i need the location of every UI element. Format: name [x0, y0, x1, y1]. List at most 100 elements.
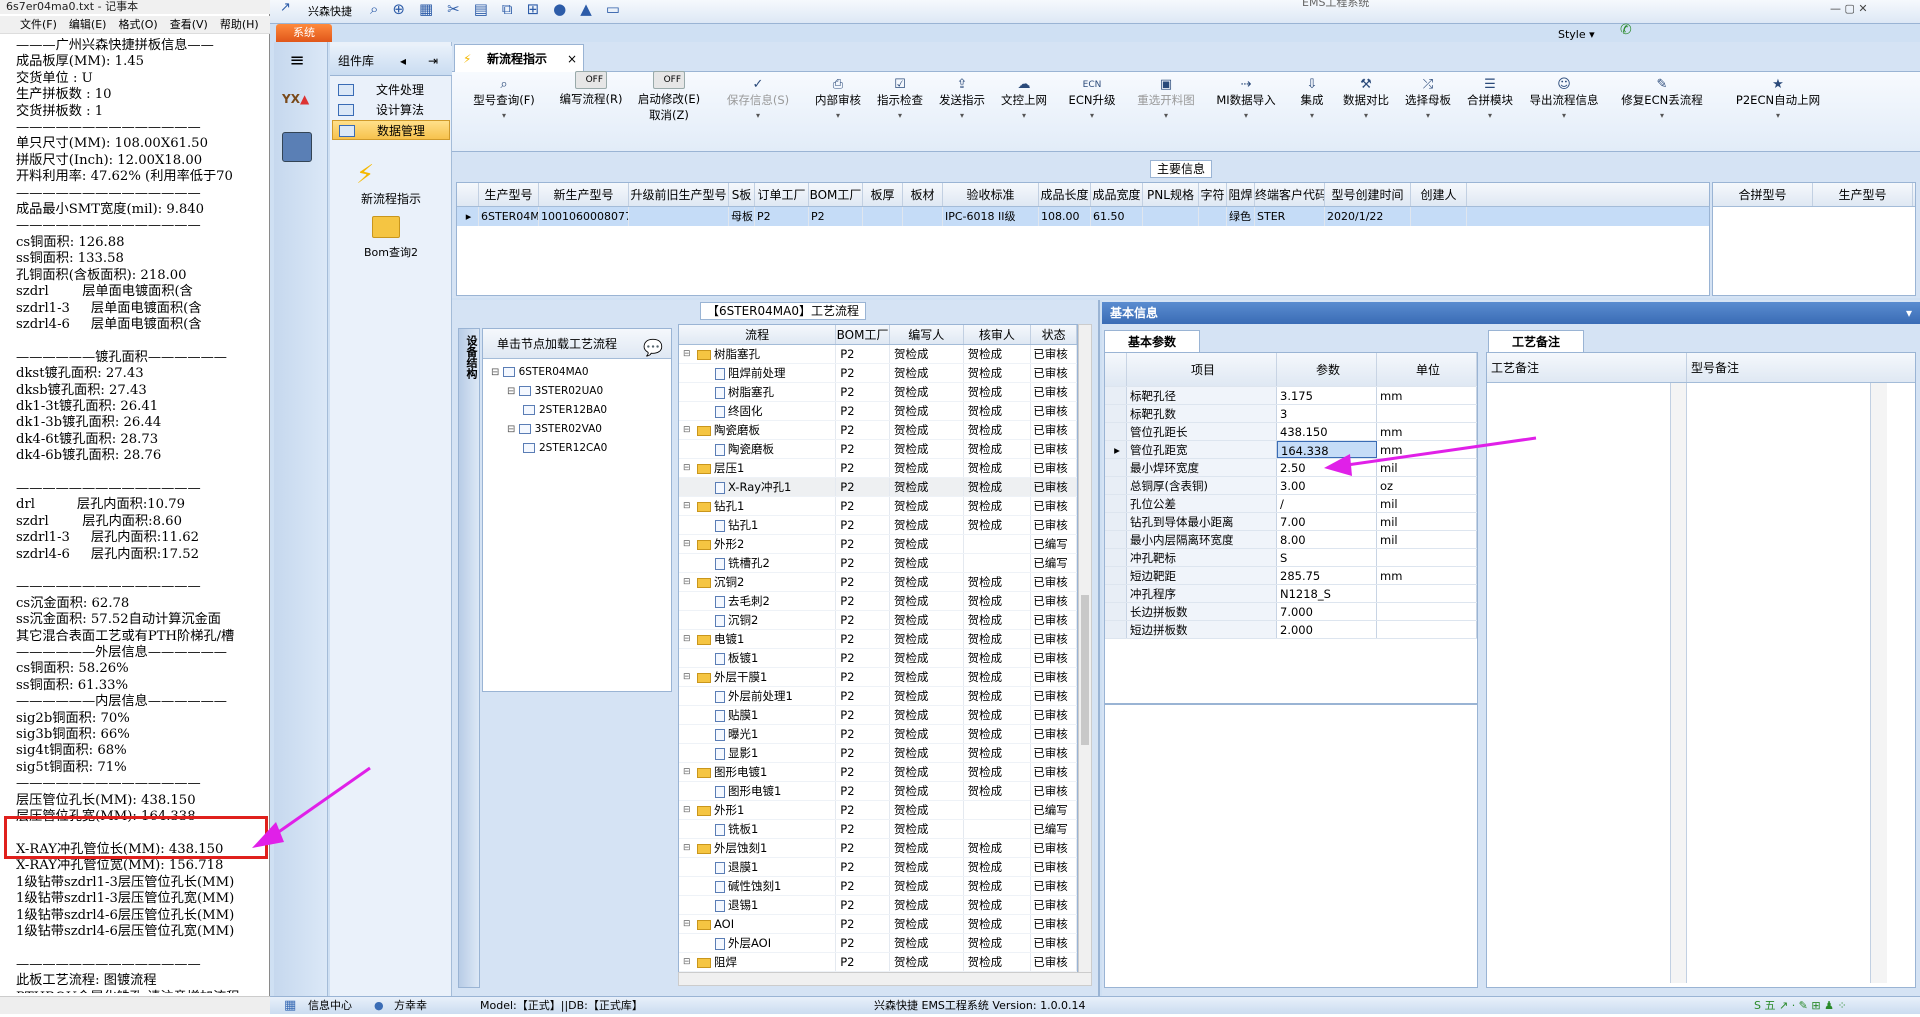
tree-expand-icon[interactable]: ⊟ [683, 801, 691, 820]
quick-access-toolbar-icons[interactable]: ⌕⊕▦✂▤⧉⊞●▲▭ [370, 0, 634, 18]
dropdown-arrow-icon[interactable]: ▾ [1338, 108, 1394, 124]
param-row[interactable]: ▸ 管位孔距宽 164.338 mm [1105, 441, 1477, 459]
folder-icon[interactable] [372, 216, 400, 238]
tree-expand-icon[interactable]: ⊟ [683, 915, 691, 934]
process-name-cell[interactable]: 碱性蚀刻1 [679, 877, 837, 895]
comment-icon[interactable]: 💬 [643, 333, 663, 363]
dropdown-arrow-icon[interactable]: ▾ [1524, 108, 1604, 124]
dropdown-arrow-icon[interactable]: ▾ [1132, 108, 1200, 124]
tree-expand-icon[interactable]: ⊟ [507, 424, 519, 435]
process-horizontal-scrollbar[interactable] [678, 972, 1092, 986]
dropdown-arrow-icon[interactable]: ▾ [1400, 108, 1456, 124]
info-center-label[interactable]: 信息中心 [308, 997, 352, 1015]
main-grid-cell[interactable]: 108.00 [1039, 207, 1091, 226]
tree-expand-icon[interactable]: ⊟ [683, 345, 691, 364]
process-row[interactable]: 铣板1 P2 贺检成 已编写 [679, 820, 1077, 839]
process-row[interactable]: 外层前处理1 P2 贺检成 贺检成 已审核 [679, 687, 1077, 706]
process-notes-area[interactable] [1487, 383, 1671, 983]
main-grid-column-header[interactable]: S板 [729, 183, 755, 206]
process-row[interactable]: ⊟ 陶瓷磨板 P2 贺检成 贺检成 已审核 [679, 421, 1077, 440]
main-grid-cell[interactable]: 61.50 [1091, 207, 1143, 226]
model-notes-area[interactable] [1687, 383, 1871, 983]
process-name-cell[interactable]: ⊟ 树脂塞孔 [679, 345, 837, 364]
tree-node[interactable]: ⊟ 3STER02UA0 [507, 382, 603, 401]
process-grid-column-header[interactable]: 核审人 [964, 325, 1032, 344]
param-row[interactable]: 钻孔到导体最小距离 7.00 mil [1105, 513, 1477, 531]
param-value-cell[interactable]: S [1277, 549, 1377, 566]
main-grid-cell[interactable] [629, 207, 729, 226]
process-name-cell[interactable]: ⊟ 钻孔1 [679, 497, 837, 515]
tree-side-tab[interactable]: 设备结构 [458, 328, 480, 988]
tree-expand-icon[interactable]: ⊟ [683, 421, 691, 440]
process-name-cell[interactable]: ⊟ 外形2 [679, 535, 837, 553]
main-grid-column-header[interactable]: 终端客户代码 [1255, 183, 1325, 206]
main-grid-cell[interactable]: 绿色 [1227, 207, 1255, 226]
param-row[interactable]: 孔位公差 / mil [1105, 495, 1477, 513]
tree-node[interactable]: 2STER12BA0 [523, 401, 607, 420]
process-row[interactable]: 钻孔1 P2 贺检成 贺检成 已审核 [679, 516, 1077, 535]
model-notes-scrollbar[interactable] [1871, 383, 1887, 983]
app-quick-icon[interactable]: ↗ [280, 0, 291, 15]
param-value-cell[interactable]: N1218_S [1277, 585, 1377, 602]
dropdown-arrow-icon[interactable]: ▾ [872, 108, 928, 124]
scroll-thumb[interactable] [1081, 595, 1089, 745]
tree-node[interactable]: ⊟ 6STER04MA0 [491, 363, 589, 382]
process-name-cell[interactable]: 铣板1 [679, 820, 837, 838]
ribbon-button[interactable]: ▣ 重选开料图 ▾ [1132, 78, 1200, 124]
process-name-cell[interactable]: 退锡1 [679, 896, 837, 914]
process-name-cell[interactable]: ⊟ AOI [679, 915, 837, 934]
tree-expand-icon[interactable]: ⊟ [683, 839, 691, 858]
param-value-cell[interactable]: / [1277, 495, 1377, 512]
process-name-cell[interactable]: 退膜1 [679, 858, 837, 876]
param-value-cell[interactable]: 7.000 [1277, 603, 1377, 620]
param-value-cell[interactable]: 438.150 [1277, 423, 1377, 440]
process-row[interactable]: 退锡1 P2 贺检成 贺检成 已审核 [679, 896, 1077, 915]
param-value-cell[interactable]: 2.000 [1277, 621, 1377, 638]
params-column-header[interactable]: 单位 [1377, 353, 1477, 386]
param-row[interactable]: 冲孔程序 N1218_S [1105, 585, 1477, 603]
param-value-cell[interactable]: 7.00 [1277, 513, 1377, 530]
param-row[interactable]: 总铜厚(含表铜) 3.00 oz [1105, 477, 1477, 495]
process-row[interactable]: ⊟ 钻孔1 P2 贺检成 贺检成 已审核 [679, 497, 1077, 516]
ribbon-button[interactable]: ⇩ 集成 ▾ [1292, 78, 1332, 124]
process-name-cell[interactable]: 外层AOI [679, 934, 837, 952]
ribbon-button[interactable]: ⎙ 内部审核 ▾ [810, 78, 866, 124]
process-grid-column-header[interactable]: 流程 [679, 325, 837, 344]
tab-process-notes[interactable]: 工艺备注 [1488, 330, 1584, 352]
component-lib-item[interactable]: 文件处理 [332, 80, 450, 100]
process-name-cell[interactable]: 板镀1 [679, 649, 837, 667]
ribbon-button[interactable]: ⌕ 型号查询(F) ▾ [458, 78, 550, 124]
dropdown-arrow-icon[interactable]: ▾ [458, 108, 550, 124]
process-name-cell[interactable]: ⊟ 陶瓷磨板 [679, 421, 837, 440]
system-menu-button[interactable]: 系统 [276, 24, 332, 42]
main-grid-cell[interactable] [1411, 207, 1467, 226]
ribbon-button[interactable]: ☰ 合拼模块 ▾ [1462, 78, 1518, 124]
notepad-menu-item[interactable]: 格式(O) [118, 16, 157, 33]
main-grid-column-header[interactable]: 新生产型号 [539, 183, 629, 206]
main-grid-column-header[interactable]: BOM工厂 [809, 183, 863, 206]
process-name-cell[interactable]: 显影1 [679, 744, 837, 762]
main-grid-cell[interactable] [1199, 207, 1227, 226]
merge-grid[interactable]: 合拼型号 生产型号 [1712, 182, 1916, 296]
dropdown-arrow-icon[interactable]: ▾ [1720, 108, 1836, 124]
tab-basic-params[interactable]: 基本参数 [1104, 330, 1200, 352]
process-name-cell[interactable]: ⊟ 外层蚀刻1 [679, 839, 837, 858]
ribbon-button[interactable]: ECN ECN升级 ▾ [1058, 78, 1126, 124]
main-grid-column-header[interactable]: 字符 [1199, 183, 1227, 206]
toggle-switch[interactable]: OFF [653, 71, 685, 89]
new-process-indicator-item[interactable]: 新流程指示 [332, 190, 450, 207]
ribbon-button[interactable]: ⇢ MI数据导入 ▾ [1206, 78, 1286, 124]
style-menu[interactable]: Style ▾ [1558, 28, 1595, 41]
dropdown-arrow-icon[interactable]: ▾ [1906, 302, 1912, 324]
process-row[interactable]: 曝光1 P2 贺检成 贺检成 已审核 [679, 725, 1077, 744]
component-lib-item[interactable]: 数据管理 [332, 120, 450, 140]
dropdown-arrow-icon[interactable]: ▾ [1462, 108, 1518, 124]
params-column-header[interactable]: 参数 [1277, 353, 1377, 386]
ribbon-button[interactable]: ☺ 导出流程信息 ▾ [1524, 78, 1604, 124]
process-row[interactable]: 沉铜2 P2 贺检成 贺检成 已审核 [679, 611, 1077, 630]
ribbon-button[interactable]: ☁ 文控上网 ▾ [996, 78, 1052, 124]
process-name-cell[interactable]: 终固化 [679, 402, 837, 420]
params-grid[interactable]: 项目 参数 单位 标靶孔径 3.175 mm 标靶孔数 3 管位孔距长 438.150 mm ▸ 管位… [1104, 352, 1478, 704]
main-grid-cell[interactable]: P2 [809, 207, 863, 226]
main-grid-cell[interactable]: 2020/1/22 [1325, 207, 1411, 226]
